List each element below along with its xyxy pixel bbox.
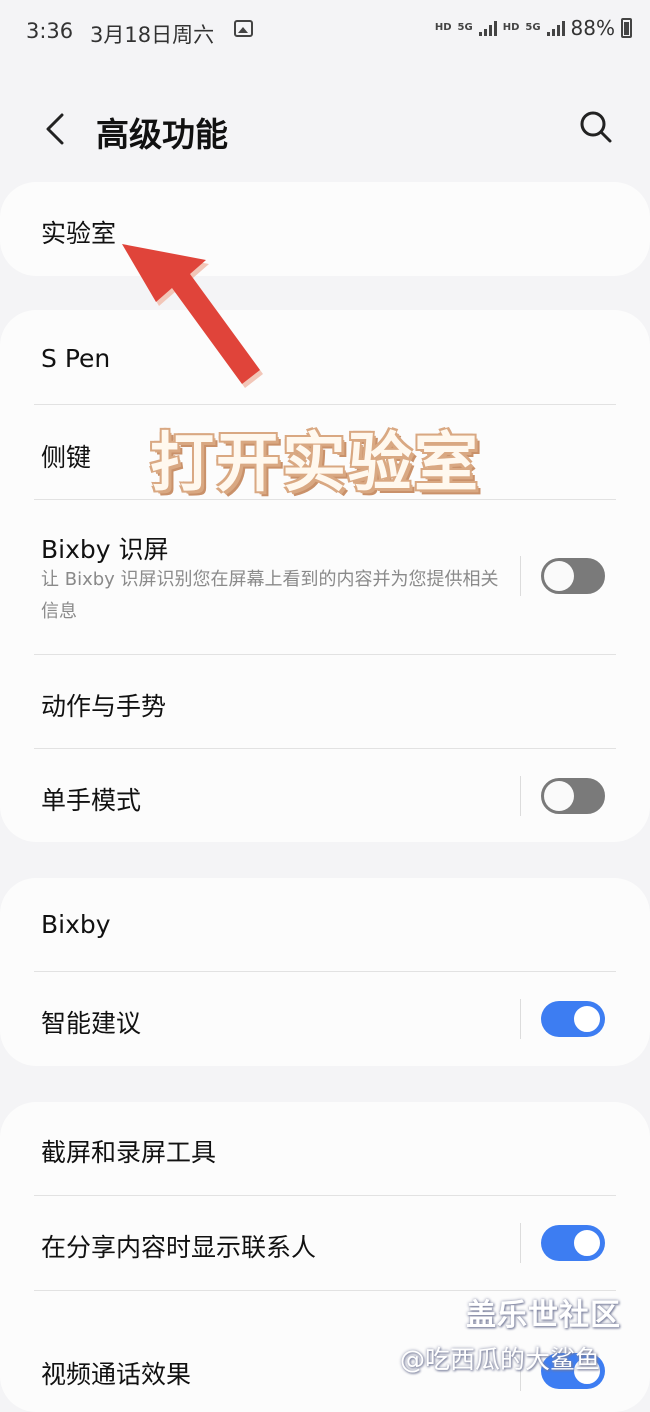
suggestions-item[interactable]: 智能建议	[0, 972, 650, 1066]
hd-label: HD	[434, 22, 452, 33]
video-call-label: 视频通话效果	[41, 1360, 192, 1389]
s-pen-item[interactable]: S Pen	[0, 310, 650, 405]
bixby-vision-label: Bixby 识屏	[41, 535, 169, 564]
labs-label: 实验室	[41, 219, 117, 248]
labs-item[interactable]: 实验室	[0, 182, 650, 276]
annotation-text: 打开实验室	[150, 427, 480, 501]
one-hand-toggle[interactable]	[541, 778, 605, 814]
5g-label: 5G	[457, 22, 473, 33]
one-hand-label: 单手模式	[41, 786, 142, 815]
motions-item[interactable]: 动作与手势	[0, 655, 650, 748]
screenshots-label: 截屏和录屏工具	[41, 1138, 217, 1167]
one-hand-item[interactable]: 单手模式	[0, 749, 650, 842]
page-title: 高级功能	[96, 115, 228, 154]
annotation-arrow-icon	[122, 244, 263, 388]
toggle-knob	[572, 1228, 602, 1258]
5g-label-2: 5G	[525, 22, 541, 33]
share-contacts-item[interactable]: 在分享内容时显示联系人	[0, 1196, 650, 1290]
status-bar: 3:36 3月18日周六 HD 5G HD 5G 88%	[0, 0, 650, 62]
bixby-label: Bixby	[41, 910, 111, 939]
s-pen-label: S Pen	[41, 344, 111, 373]
gallery-notification-icon	[234, 20, 253, 37]
signal-icon-2	[546, 20, 565, 36]
watermark-author: @吃西瓜的大鲨鱼	[400, 1345, 601, 1374]
features-card: S Pen 侧键 Bixby 识屏 让 Bixby 识屏识别您在屏幕上看到的内容…	[0, 310, 650, 842]
suggestions-label: 智能建议	[41, 1009, 142, 1038]
battery-percent: 88%	[570, 16, 615, 40]
share-contacts-toggle[interactable]	[541, 1225, 605, 1261]
side-key-label: 侧键	[41, 443, 92, 472]
back-chevron-icon[interactable]	[42, 112, 68, 146]
toggle-separator	[520, 999, 521, 1039]
toggle-separator	[520, 556, 521, 596]
bixby-vision-description: 让 Bixby 识屏识别您在屏幕上看到的内容并为您提供相关信息	[41, 569, 499, 622]
bixby-item[interactable]: Bixby	[0, 878, 650, 971]
status-time: 3:36	[26, 19, 74, 43]
bixby-card: Bixby 智能建议	[0, 878, 650, 1066]
battery-icon	[621, 18, 632, 38]
labs-card: 实验室	[0, 182, 650, 276]
watermark-community: 盖乐世社区	[466, 1298, 621, 1333]
toggle-knob	[572, 1004, 602, 1034]
bixby-vision-item[interactable]: Bixby 识屏 让 Bixby 识屏识别您在屏幕上看到的内容并为您提供相关信息	[0, 500, 650, 654]
hd-label-2: HD	[502, 22, 520, 33]
bixby-vision-toggle[interactable]	[541, 558, 605, 594]
toggle-separator	[520, 776, 521, 816]
screenshots-item[interactable]: 截屏和录屏工具	[0, 1102, 650, 1195]
toggle-knob	[544, 561, 574, 591]
search-icon[interactable]	[579, 110, 613, 144]
share-contacts-label: 在分享内容时显示联系人	[41, 1233, 317, 1262]
status-indicators: HD 5G HD 5G 88%	[435, 16, 632, 40]
motions-label: 动作与手势	[41, 692, 167, 721]
toggle-separator	[520, 1223, 521, 1263]
signal-icon	[478, 20, 497, 36]
status-date: 3月18日周六	[90, 23, 215, 47]
toggle-knob	[544, 781, 574, 811]
suggestions-toggle[interactable]	[541, 1001, 605, 1037]
